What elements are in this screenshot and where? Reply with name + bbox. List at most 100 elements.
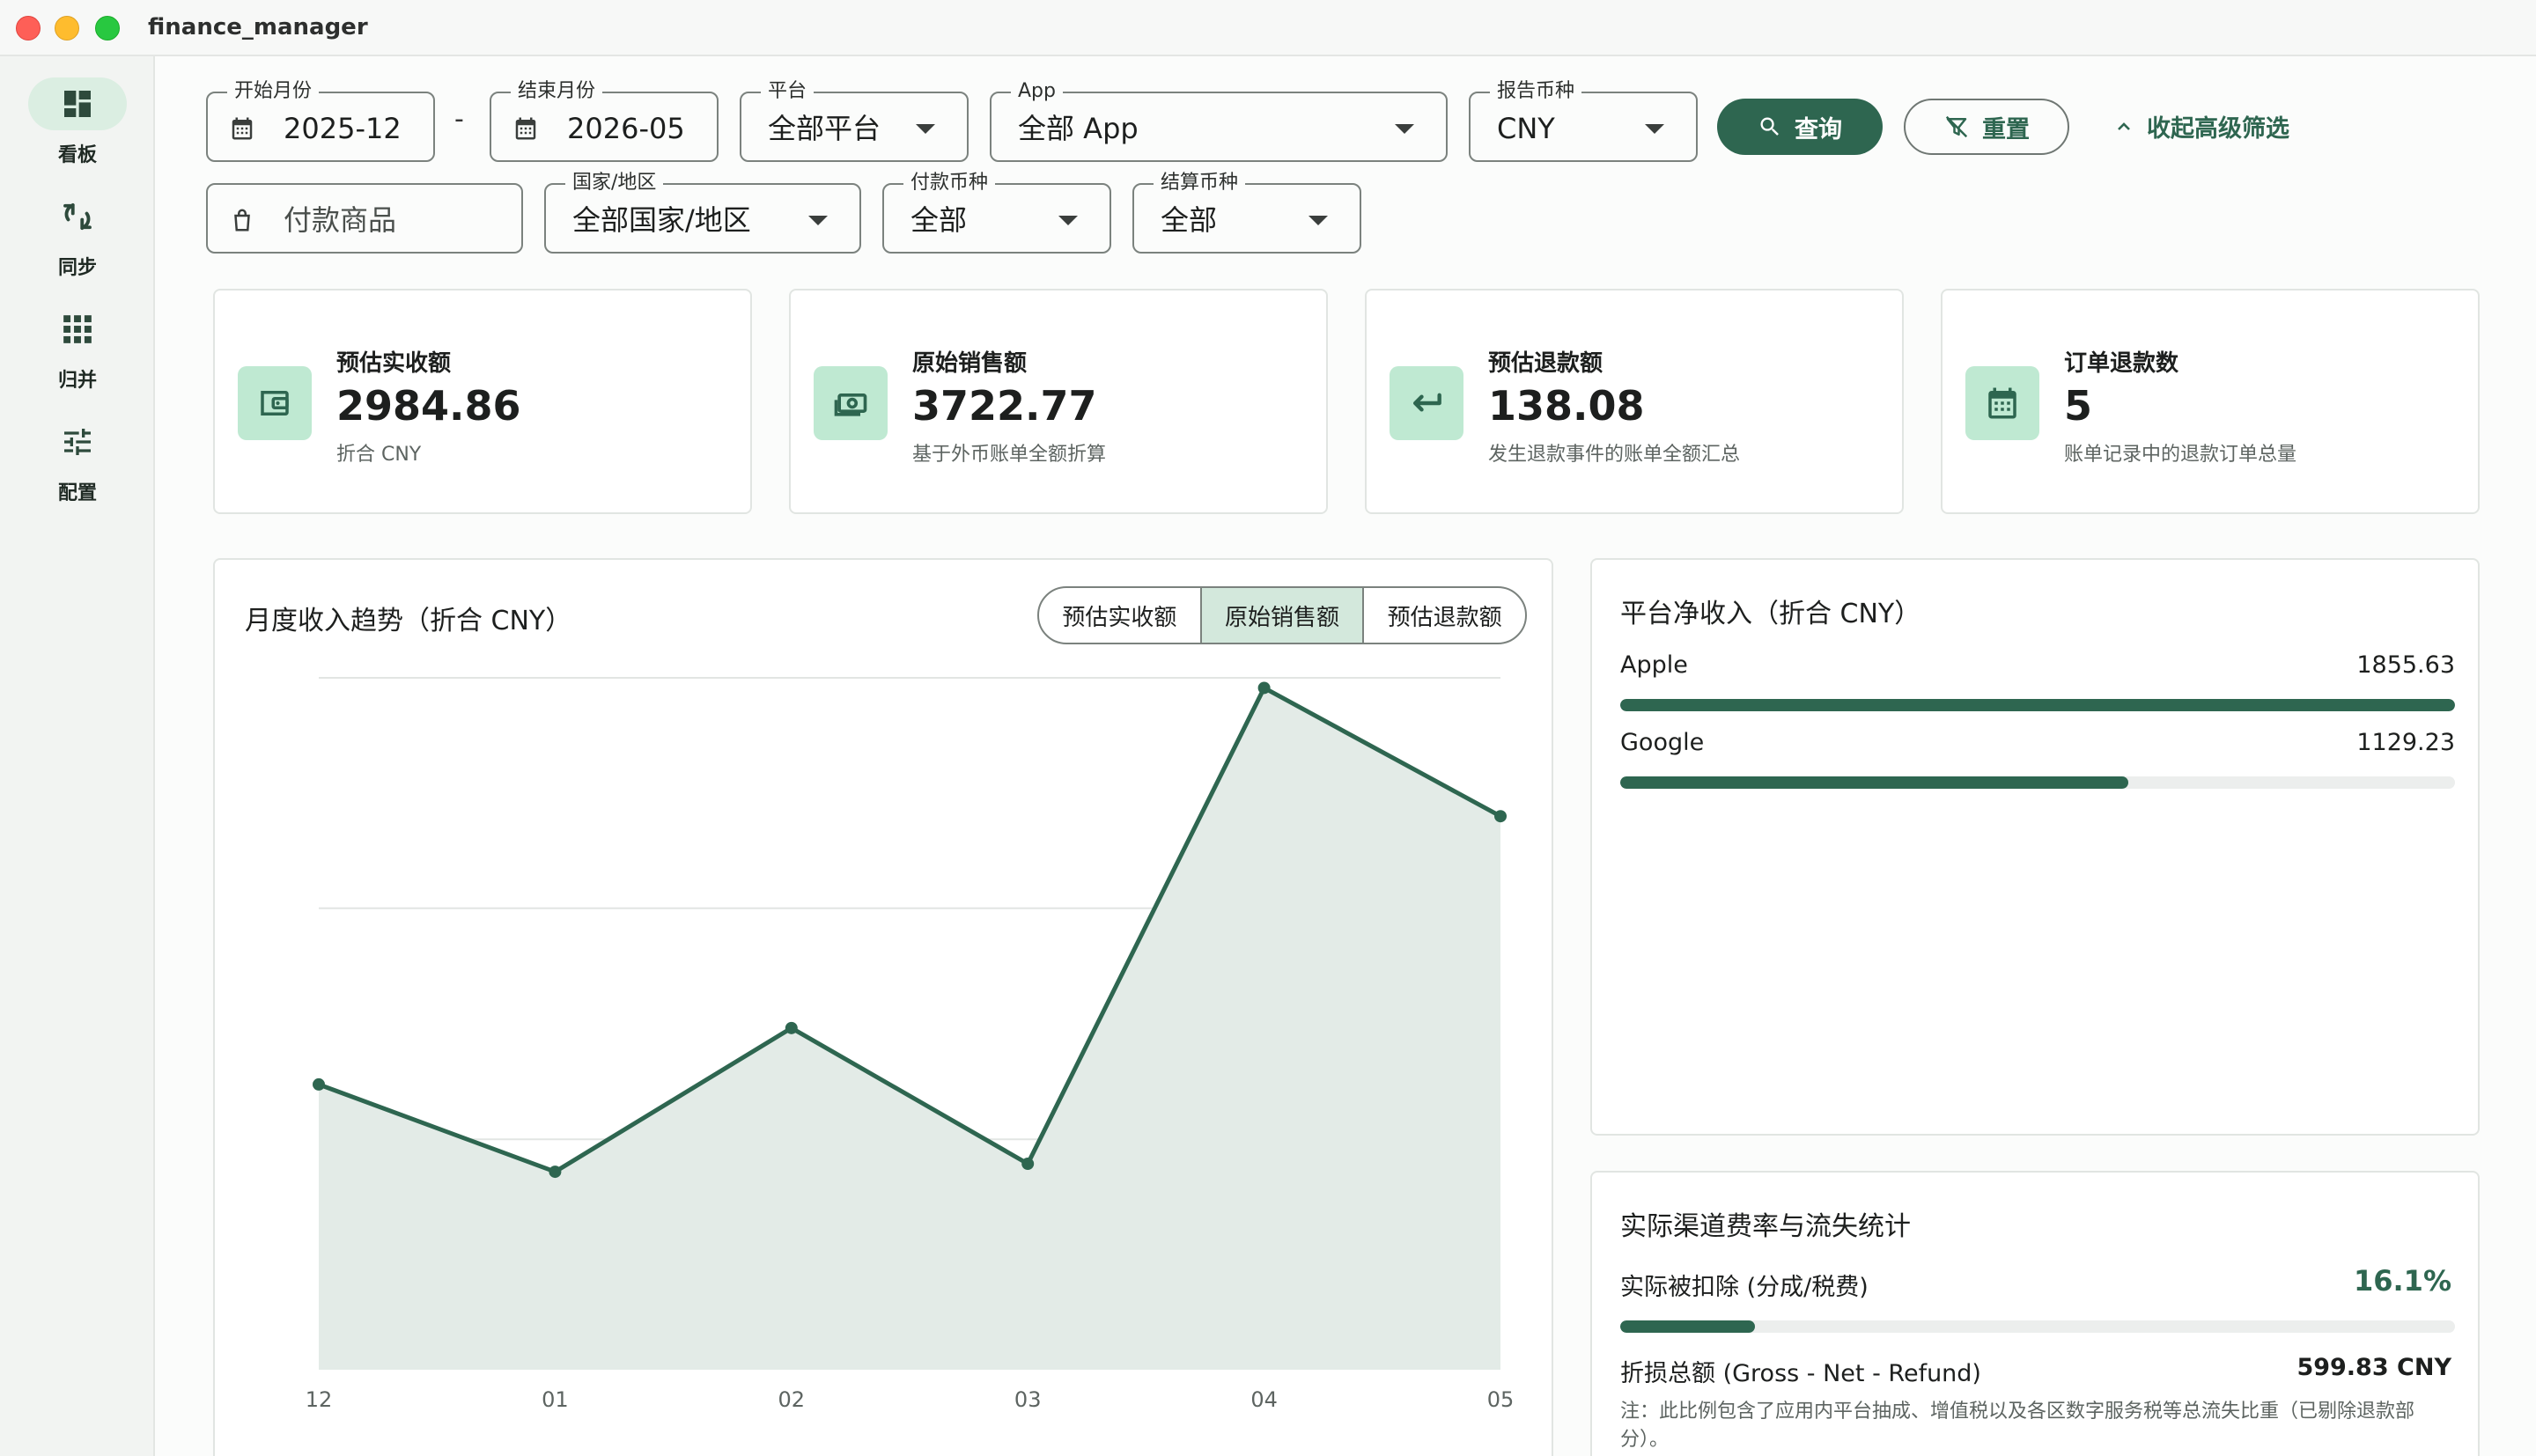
stat-subtitle: 账单记录中的退款订单总量 (2064, 444, 2297, 466)
sidebar-item-dashboard[interactable]: 看板 (0, 77, 155, 174)
stat-title: 订单退款数 (2064, 350, 2179, 377)
calendar-icon (232, 117, 253, 140)
grid-icon (28, 303, 127, 356)
dashboard-icon (28, 77, 127, 130)
field-label: 付款币种 (903, 172, 996, 195)
chevron-down-icon (1058, 216, 1078, 225)
platform-select[interactable]: 平台 全部平台 (740, 80, 969, 162)
metric-segmented-control: 预估实收额 原始销售额 预估退款额 (1037, 586, 1527, 644)
sidebar-item-settings[interactable]: 配置 (0, 415, 155, 512)
settle-currency-select[interactable]: 结算币种 全部 (1132, 172, 1361, 254)
x-tick-label: 05 (1487, 1387, 1515, 1412)
report-currency-select[interactable]: 报告币种 CNY (1469, 80, 1698, 162)
field-label: 结算币种 (1154, 172, 1246, 195)
country-value: 全部国家/地区 (572, 203, 751, 237)
settle-currency-value: 全部 (1161, 203, 1218, 237)
zoom-window-button[interactable] (95, 16, 120, 40)
tab-refund-amount[interactable]: 预估退款额 (1364, 588, 1525, 643)
sidebar-item-label: 同步 (57, 257, 97, 279)
tab-gross-sales[interactable]: 原始销售额 (1201, 588, 1365, 643)
pay-currency-select[interactable]: 付款币种 全部 (882, 172, 1111, 254)
window-titlebar: finance_manager (0, 0, 2536, 56)
field-label: 开始月份 (227, 80, 320, 103)
sidebar-item-label: 归并 (57, 370, 97, 392)
platform-bar-track (1620, 776, 2455, 789)
chevron-down-icon (1645, 124, 1664, 134)
reset-button[interactable]: 重置 (1904, 99, 2069, 155)
stat-title: 预估实收额 (336, 350, 452, 377)
chevron-down-icon (916, 124, 935, 134)
stat-value: 2984.86 (336, 382, 521, 430)
platform-bar-fill (1620, 699, 2455, 711)
wallet-icon (238, 366, 312, 440)
platform-name: Apple (1620, 651, 1688, 679)
data-point (549, 1166, 562, 1179)
return-arrow-icon (1390, 366, 1463, 440)
stat-subtitle: 折合 CNY (336, 444, 422, 466)
sidebar-item-sync[interactable]: 同步 (0, 190, 155, 287)
start-month-value: 2025-12 (284, 112, 402, 145)
collapse-link-label: 收起高级筛选 (2147, 115, 2289, 143)
stat-card-refund-count: 订单退款数 5 账单记录中的退款订单总量 (1941, 289, 2480, 514)
stat-subtitle: 发生退款事件的账单全额汇总 (1488, 444, 1741, 466)
loss-label: 折损总额 (Gross - Net - Refund) (1620, 1360, 1981, 1387)
shopping-bag-icon (234, 209, 250, 232)
x-tick-label: 01 (542, 1387, 569, 1412)
fee-note: 注：此比例包含了应用内平台抽成、增值税以及各区数字服务税等总流失比重（已剔除退款… (1620, 1401, 2415, 1451)
platform-income-card: 平台净收入（折合 CNY） Apple 1855.63 Google 1129.… (1590, 558, 2480, 1136)
tab-estimated-net[interactable]: 预估实收额 (1039, 588, 1202, 643)
deduct-bar-fill (1620, 1320, 1755, 1333)
sidebar-item-label: 看板 (57, 144, 97, 166)
data-point (785, 1021, 798, 1034)
search-icon (1760, 117, 1779, 136)
cash-icon (814, 366, 888, 440)
x-tick-label: 03 (1014, 1387, 1042, 1412)
tune-icon (28, 415, 127, 468)
stat-card-estimated-net: 预估实收额 2984.86 折合 CNY (213, 289, 752, 514)
stat-value: 5 (2064, 382, 2093, 430)
stat-title: 原始销售额 (912, 350, 1028, 377)
field-label: 平台 (761, 80, 815, 103)
field-label: 结束月份 (511, 80, 603, 103)
data-point (1257, 681, 1271, 695)
monthly-trend-card: 12 01 02 03 04 05 月度收入趋势（折合 CNY） 预估实收额 原始销售额 … (213, 558, 1553, 1456)
series-area (319, 688, 1500, 1370)
app-value: 全部 App (1018, 112, 1139, 145)
start-month-field[interactable]: 开始月份 2025-12 (206, 80, 435, 162)
filter-off-icon (1945, 115, 1968, 138)
window-title: finance_manager (148, 14, 368, 40)
minimize-window-button[interactable] (55, 16, 79, 40)
country-select[interactable]: 国家/地区 全部国家/地区 (544, 172, 861, 254)
product-search-field[interactable]: 付款商品 (206, 183, 523, 254)
end-month-value: 2026-05 (567, 112, 685, 145)
data-point (313, 1077, 325, 1091)
chevron-down-icon (1395, 124, 1414, 134)
end-month-field[interactable]: 结束月份 2026-05 (490, 80, 719, 162)
query-button[interactable]: 查询 (1717, 99, 1883, 155)
collapse-advanced-filters-link[interactable]: 收起高级筛选 (2113, 109, 2289, 143)
x-tick-label: 04 (1250, 1387, 1278, 1412)
app-select[interactable]: App 全部 App (990, 80, 1448, 162)
chart-title: 月度收入趋势（折合 CNY） (245, 606, 572, 636)
sidebar-item-merge[interactable]: 归并 (0, 303, 155, 400)
card-title: 实际渠道费率与流失统计 (1620, 1211, 1911, 1242)
chevron-down-icon (808, 216, 828, 225)
field-label: 国家/地区 (565, 172, 664, 195)
stat-value: 138.08 (1488, 382, 1645, 430)
loss-value: 599.83 CNY (2296, 1354, 2451, 1381)
deduct-percent: 16.1% (2353, 1264, 2451, 1298)
card-title: 平台净收入（折合 CNY） (1620, 599, 1921, 629)
platform-value: 1855.63 (2356, 651, 2455, 679)
reset-button-label: 重置 (1982, 115, 2030, 143)
close-window-button[interactable] (16, 16, 41, 40)
trend-chart: 12 01 02 03 04 05 (306, 677, 1515, 1412)
platform-value: 全部平台 (768, 112, 881, 145)
field-label: App (1011, 80, 1063, 103)
channel-fee-card: 实际渠道费率与流失统计 实际被扣除 (分成/税费) 16.1% 折损总额 (Gr… (1590, 1171, 2480, 1456)
platform-name: Google (1620, 729, 1705, 756)
sync-icon (28, 190, 127, 243)
sidebar: 看板 同步 归并 配置 (0, 56, 155, 1456)
date-range-separator: - (454, 104, 464, 135)
platform-bar-fill (1620, 776, 2128, 789)
chevron-down-icon (1309, 216, 1328, 225)
